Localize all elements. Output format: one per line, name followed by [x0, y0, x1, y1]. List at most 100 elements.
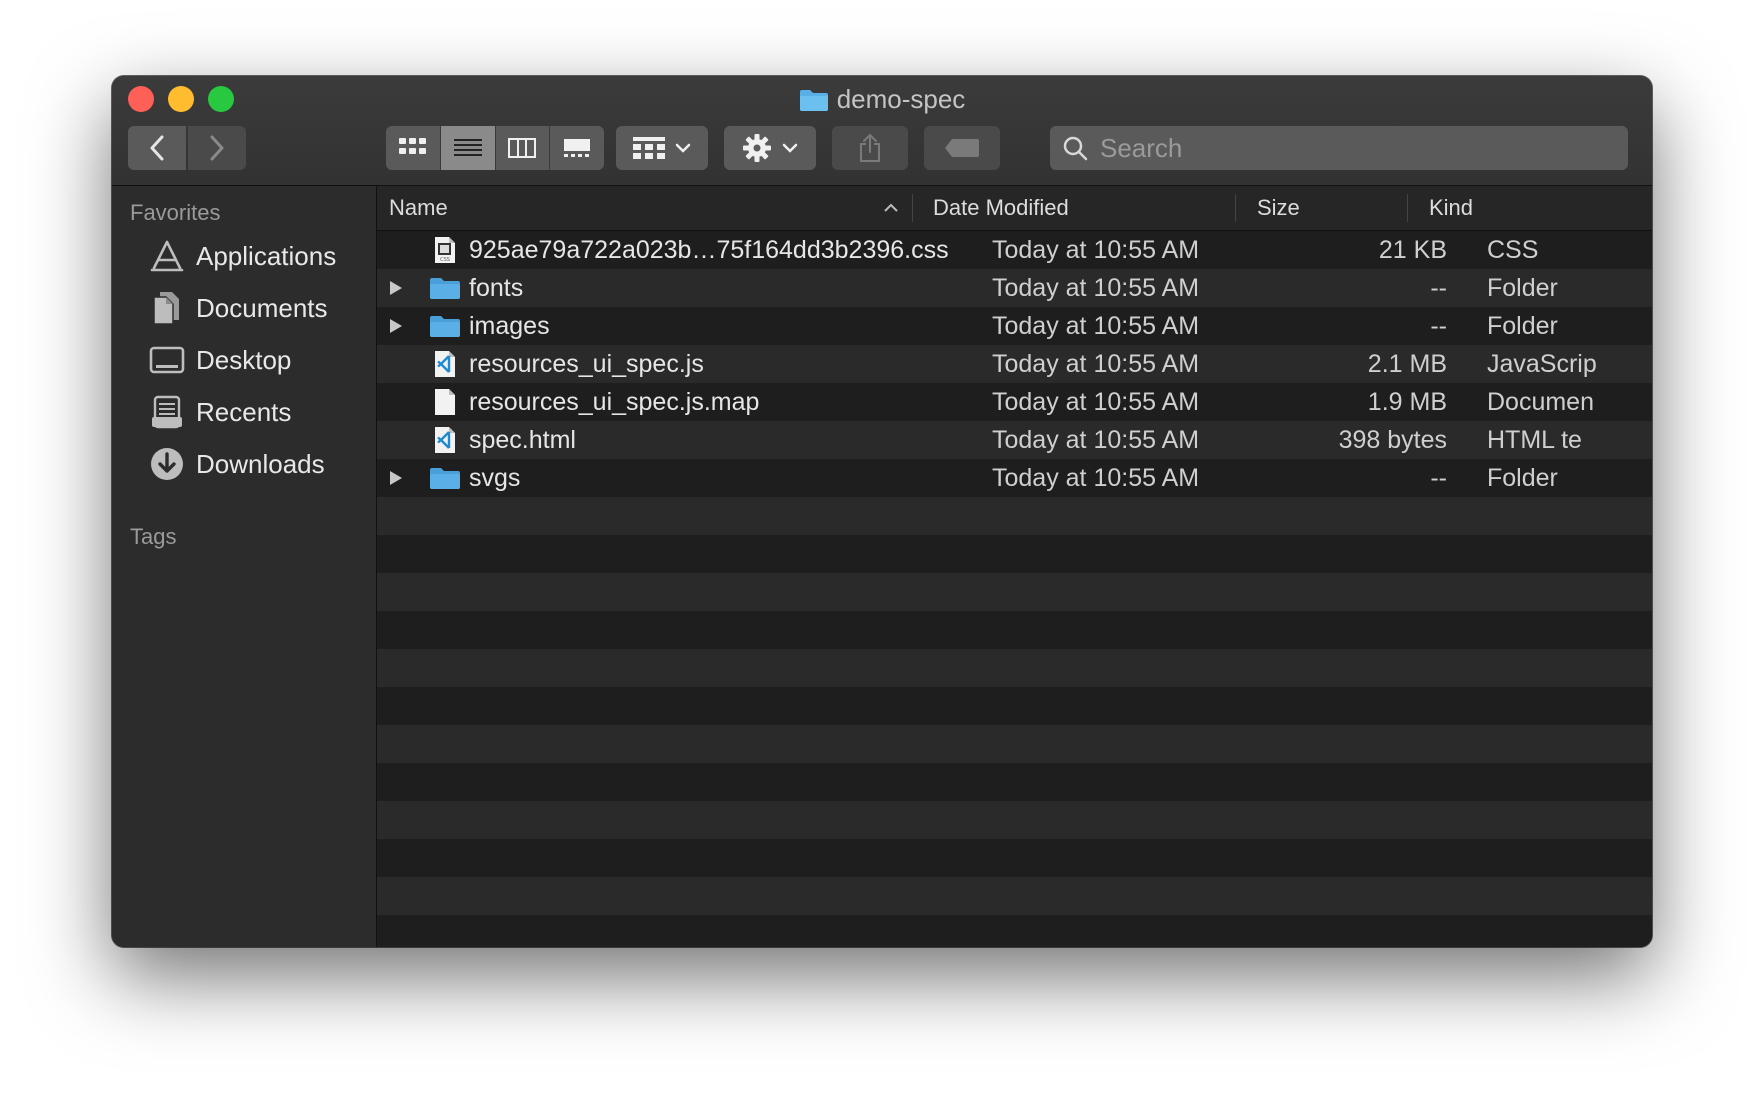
file-date: Today at 10:55 AM: [992, 274, 1200, 302]
sidebar-item-label: Recents: [196, 396, 292, 427]
sidebar-item-label: Desktop: [196, 344, 292, 375]
file-kind: CSS: [1487, 236, 1539, 264]
column-separator[interactable]: [1235, 194, 1236, 222]
file-name: resources_ui_spec.js.map: [469, 388, 760, 416]
empty-row: [377, 725, 1652, 763]
search-input[interactable]: [1098, 131, 1602, 165]
table-row[interactable]: images Today at 10:55 AM -- Folder: [377, 307, 1652, 345]
chevron-down-icon: [782, 143, 798, 153]
finder-window: demo-spec Search Favorites Applications …: [112, 76, 1652, 947]
file-kind: JavaScrip: [1487, 350, 1597, 378]
group-by-button[interactable]: [616, 126, 708, 170]
empty-row: [377, 611, 1652, 649]
favorites-heading: Favorites: [130, 200, 221, 225]
action-menu-button[interactable]: [724, 126, 816, 170]
file-size: --: [1430, 312, 1447, 340]
chevron-down-icon: [675, 143, 691, 153]
navigation-buttons: [128, 126, 246, 170]
column-name-header[interactable]: Name: [389, 186, 448, 230]
file-size: --: [1430, 274, 1447, 302]
file-name: resources_ui_spec.js: [469, 350, 704, 378]
css-file-icon: CSS: [429, 236, 461, 264]
column-separator[interactable]: [1407, 194, 1408, 222]
view-mode-selector: [386, 126, 604, 170]
empty-row: [377, 649, 1652, 687]
tag-button[interactable]: [924, 126, 1000, 170]
empty-row: [377, 535, 1652, 573]
file-kind: Folder: [1487, 464, 1558, 492]
empty-row: [377, 801, 1652, 839]
list-view-icon: [453, 139, 482, 156]
chevron-right-icon: [210, 135, 224, 161]
table-row[interactable]: CSS 925ae79a722a023b…75f164dd3b2396.css …: [377, 231, 1652, 269]
icon-view-icon: [398, 138, 426, 154]
column-kind-header[interactable]: Kind: [1429, 186, 1473, 230]
file-name: spec.html: [469, 426, 576, 454]
gallery-view-button[interactable]: [550, 126, 604, 170]
downloads-icon: [148, 445, 186, 483]
sidebar-item-documents[interactable]: Documents: [112, 282, 376, 334]
sidebar-item-label: Applications: [196, 240, 337, 271]
table-row[interactable]: fonts Today at 10:55 AM -- Folder: [377, 269, 1652, 307]
vscode-file-icon: [429, 426, 461, 454]
file-date: Today at 10:55 AM: [992, 426, 1200, 454]
file-date: Today at 10:55 AM: [992, 388, 1200, 416]
titlebar: demo-spec: [112, 76, 1652, 186]
disclosure-triangle-icon[interactable]: [389, 459, 409, 497]
file-size: 2.1 MB: [1367, 350, 1447, 378]
share-icon: [860, 133, 880, 162]
documents-icon: [148, 289, 186, 327]
icon-view-button[interactable]: [386, 126, 441, 170]
share-button[interactable]: [832, 126, 908, 170]
file-date: Today at 10:55 AM: [992, 350, 1200, 378]
file-kind: Folder: [1487, 274, 1558, 302]
column-header: Name Date Modified Size Kind: [377, 186, 1652, 231]
document-file-icon: [429, 388, 461, 416]
sidebar-item-applications[interactable]: Applications: [112, 230, 376, 282]
file-size: 21 KB: [1378, 236, 1447, 264]
sidebar: Favorites Applications Documents Desktop…: [112, 186, 377, 947]
table-row[interactable]: spec.html Today at 10:55 AM 398 bytes HT…: [377, 421, 1652, 459]
vscode-file-icon: [429, 350, 461, 378]
file-name: 925ae79a722a023b…75f164dd3b2396.css: [469, 236, 949, 264]
window-title: demo-spec: [112, 82, 1652, 120]
empty-row: [377, 497, 1652, 535]
desktop-icon: [148, 341, 186, 379]
column-date-header[interactable]: Date Modified: [933, 186, 1069, 230]
file-date: Today at 10:55 AM: [992, 464, 1200, 492]
tag-icon: [945, 139, 979, 157]
empty-row: [377, 573, 1652, 611]
sidebar-item-desktop[interactable]: Desktop: [112, 334, 376, 386]
folder-icon: [429, 312, 461, 340]
forward-button[interactable]: [188, 126, 246, 170]
empty-row: [377, 839, 1652, 877]
sidebar-item-downloads[interactable]: Downloads: [112, 438, 376, 490]
table-row[interactable]: svgs Today at 10:55 AM -- Folder: [377, 459, 1652, 497]
column-view-button[interactable]: [495, 126, 551, 170]
file-size: 398 bytes: [1338, 426, 1447, 454]
disclosure-triangle-icon[interactable]: [389, 269, 409, 307]
disclosure-triangle-icon[interactable]: [389, 307, 409, 345]
column-view-icon: [508, 138, 537, 158]
sidebar-item-label: Documents: [196, 292, 328, 323]
empty-row: [377, 687, 1652, 725]
search-field[interactable]: [1050, 126, 1628, 170]
tags-heading: Tags: [130, 524, 177, 549]
column-separator[interactable]: [912, 194, 913, 222]
back-button[interactable]: [128, 126, 186, 170]
list-view-button[interactable]: [440, 126, 496, 170]
file-name: fonts: [469, 274, 524, 302]
sort-ascending-icon[interactable]: [883, 203, 899, 213]
group-grid-icon: [633, 137, 665, 159]
file-size: --: [1430, 464, 1447, 492]
file-size: 1.9 MB: [1367, 388, 1447, 416]
folder-icon: [429, 274, 461, 302]
table-row[interactable]: resources_ui_spec.js Today at 10:55 AM 2…: [377, 345, 1652, 383]
file-name: images: [469, 312, 550, 340]
sidebar-item-recents[interactable]: Recents: [112, 386, 376, 438]
table-row[interactable]: resources_ui_spec.js.map Today at 10:55 …: [377, 383, 1652, 421]
column-size-header[interactable]: Size: [1257, 186, 1300, 230]
file-rows: CSS 925ae79a722a023b…75f164dd3b2396.css …: [377, 231, 1652, 947]
gallery-view-icon: [564, 139, 591, 157]
folder-icon: [799, 86, 829, 120]
